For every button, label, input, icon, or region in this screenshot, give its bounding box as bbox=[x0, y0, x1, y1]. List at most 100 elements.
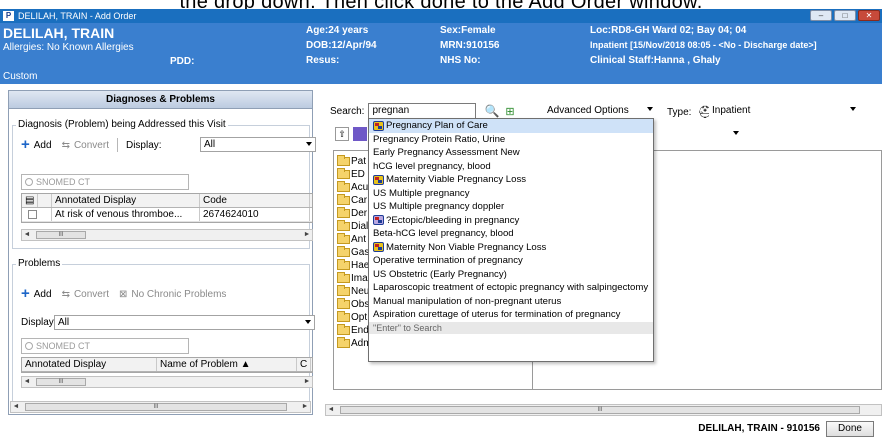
suggestion-item[interactable]: Pregnancy Plan of Care bbox=[369, 119, 653, 133]
enter-to-search-hint: "Enter" to Search bbox=[369, 321, 653, 334]
folder-icon bbox=[337, 311, 350, 322]
instruction-caption: the drop down. Then click done to the Ad… bbox=[0, 0, 882, 9]
scroll-left-icon[interactable]: ◄ bbox=[327, 406, 335, 414]
pane-hscrollbar[interactable]: ◄ III ► bbox=[10, 401, 311, 413]
pdd-label: PDD: bbox=[170, 56, 195, 67]
toolbar-divider bbox=[116, 138, 118, 152]
no-chronic-problems-button[interactable]: No Chronic Problems bbox=[131, 289, 226, 300]
tree-folder-label: Neu bbox=[351, 286, 370, 297]
mrn-text: MRN:910156 bbox=[440, 40, 500, 51]
folder-icon bbox=[337, 220, 350, 231]
suggestion-label: Maternity Non Viable Pregnancy Loss bbox=[386, 241, 547, 253]
window-title: DELILAH, TRAIN - Add Order bbox=[18, 11, 137, 21]
col-annotated-display[interactable]: Annotated Display bbox=[52, 194, 200, 207]
convert-icon: ⇆ bbox=[61, 288, 70, 300]
tree-folder-label: Ima bbox=[351, 273, 368, 284]
right-hscrollbar[interactable]: ◄ III bbox=[325, 404, 882, 416]
plus-icon[interactable]: + bbox=[21, 137, 30, 152]
col-name-of-problem[interactable]: Name of Problem ▲ bbox=[157, 358, 297, 371]
minimize-button[interactable]: – bbox=[810, 10, 832, 21]
suggestion-item[interactable]: Maternity Viable Pregnancy Loss bbox=[369, 173, 653, 187]
suggestion-item[interactable]: Beta-hCG level pregnancy, blood bbox=[369, 227, 653, 241]
encounter-text: Inpatient [15/Nov/2018 08:05 - <No - Dis… bbox=[590, 40, 817, 50]
suggestion-label: Aspiration curettage of uterus for termi… bbox=[373, 309, 621, 320]
tree-folder-label: ED bbox=[351, 169, 365, 180]
suggestion-item[interactable]: US Multiple pregnancy doppler bbox=[369, 200, 653, 214]
folder-icon bbox=[337, 207, 350, 218]
folder-select[interactable] bbox=[662, 127, 742, 143]
snomed-search-input[interactable]: SNOMED CT bbox=[21, 174, 189, 190]
add-diagnosis-button[interactable]: Add bbox=[34, 140, 52, 151]
suggestion-item[interactable]: Aspiration curettage of uterus for termi… bbox=[369, 308, 653, 322]
tree-folder-label: Hae bbox=[351, 260, 370, 271]
folder-icon bbox=[337, 168, 350, 179]
favorites-icon[interactable] bbox=[353, 127, 367, 141]
scroll-right-icon[interactable]: ► bbox=[303, 231, 311, 239]
suggestion-item[interactable]: Pregnancy Protein Ratio, Urine bbox=[369, 133, 653, 147]
type-select[interactable]: Inpatient bbox=[709, 103, 859, 120]
table-row[interactable]: At risk of venous thromboe... 2674624010 bbox=[22, 208, 312, 222]
tree-folder-label: Der bbox=[351, 208, 368, 219]
scroll-thumb[interactable]: III bbox=[340, 406, 860, 414]
col-annotated-display[interactable]: Annotated Display bbox=[22, 358, 157, 371]
col-c[interactable]: C bbox=[297, 358, 311, 371]
suggestion-label: Operative termination of pregnancy bbox=[373, 255, 523, 266]
problems-grid-header: Annotated Display Name of Problem ▲ C bbox=[22, 358, 312, 372]
suggestion-label: US Multiple pregnancy bbox=[373, 187, 470, 199]
scroll-left-icon[interactable]: ◄ bbox=[12, 403, 20, 411]
status-column bbox=[38, 194, 52, 207]
plus-icon[interactable]: + bbox=[21, 286, 30, 301]
folder-icon bbox=[337, 181, 350, 192]
sex-text: Sex:Female bbox=[440, 25, 496, 36]
suggestion-item[interactable]: Maternity Non Viable Pregnancy Loss bbox=[369, 241, 653, 255]
convert-problem-button[interactable]: Convert bbox=[74, 289, 109, 300]
search-icon[interactable]: 🔍 bbox=[484, 104, 499, 118]
done-button[interactable]: Done bbox=[826, 421, 874, 437]
problems-snomed-search-input[interactable]: SNOMED CT bbox=[21, 338, 189, 354]
close-button[interactable]: ✕ bbox=[858, 10, 880, 21]
folder-up-icon[interactable]: ⇧ bbox=[335, 127, 349, 141]
suggestion-item[interactable]: Early Pregnancy Assessment New bbox=[369, 146, 653, 160]
suggestion-item[interactable]: US Obstetric (Early Pregnancy) bbox=[369, 268, 653, 282]
folder-nav-row: ⇧ bbox=[335, 127, 367, 141]
suggestion-item[interactable]: US Multiple pregnancy bbox=[369, 187, 653, 201]
scroll-left-icon[interactable]: ◄ bbox=[23, 378, 31, 386]
row-checkbox[interactable] bbox=[28, 210, 37, 219]
display-select[interactable]: All bbox=[200, 137, 316, 152]
folder-icon bbox=[337, 194, 350, 205]
scroll-thumb[interactable]: III bbox=[36, 378, 86, 386]
order-set-icon bbox=[373, 215, 384, 226]
search-row: Search: pregnan 🔍 ⊞ bbox=[330, 103, 515, 119]
scroll-right-icon[interactable]: ► bbox=[303, 378, 311, 386]
patient-name: DELILAH, TRAIN bbox=[3, 25, 115, 41]
suggestion-item[interactable]: hCG level pregnancy, blood bbox=[369, 160, 653, 174]
convert-button[interactable]: Convert bbox=[74, 140, 109, 151]
problems-hscrollbar[interactable]: ◄ III ► bbox=[21, 376, 313, 388]
clinical-staff-text: Clinical Staff:Hanna , Ghaly bbox=[590, 55, 721, 66]
scroll-thumb[interactable]: III bbox=[36, 231, 86, 239]
custom-label: Custom bbox=[3, 71, 38, 82]
order-search-input[interactable]: pregnan bbox=[368, 103, 477, 119]
search-label: Search: bbox=[330, 105, 365, 117]
cell-display: At risk of venous thromboe... bbox=[52, 208, 200, 221]
diagnosis-grid: ▤ Annotated Display Code At risk of veno… bbox=[21, 193, 313, 223]
scroll-thumb[interactable]: III bbox=[25, 403, 287, 411]
order-set-icon bbox=[373, 120, 384, 131]
scroll-left-icon[interactable]: ◄ bbox=[23, 231, 31, 239]
problems-display-select[interactable]: All bbox=[54, 315, 315, 330]
filter-icon[interactable]: ⊞ bbox=[505, 105, 514, 118]
display-label: Display: bbox=[125, 139, 162, 151]
suggestion-label: US Obstetric (Early Pregnancy) bbox=[373, 268, 507, 280]
add-problem-button[interactable]: Add bbox=[34, 289, 52, 300]
scroll-right-icon[interactable]: ► bbox=[301, 403, 309, 411]
resus-text: Resus: bbox=[306, 55, 340, 66]
folder-icon bbox=[337, 298, 350, 309]
restore-button[interactable]: □ bbox=[834, 10, 856, 21]
suggestion-item[interactable]: ?Ectopic/bleeding in pregnancy bbox=[369, 214, 653, 228]
suggestion-item[interactable]: Manual manipulation of non-pregnant uter… bbox=[369, 295, 653, 309]
col-code[interactable]: Code bbox=[200, 194, 310, 207]
suggestion-item[interactable]: Laparoscopic treatment of ectopic pregna… bbox=[369, 281, 653, 295]
age-text: Age:24 years bbox=[306, 25, 369, 36]
diagnosis-hscrollbar[interactable]: ◄ III ► bbox=[21, 229, 313, 241]
suggestion-item[interactable]: Operative termination of pregnancy bbox=[369, 254, 653, 268]
